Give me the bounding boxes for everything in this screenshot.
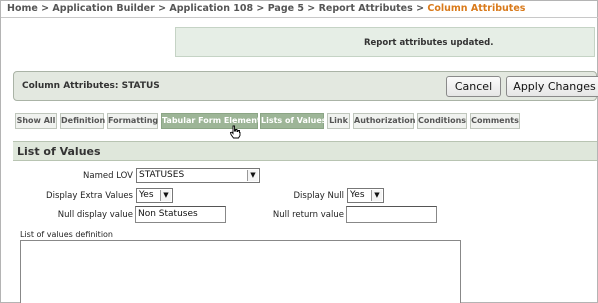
breadcrumb-report-attributes[interactable]: Report Attributes bbox=[319, 3, 413, 14]
tab-formatting[interactable]: Formatting bbox=[107, 113, 158, 129]
list-of-values-header: List of Values bbox=[13, 141, 597, 161]
null-return-value-input[interactable] bbox=[346, 206, 437, 223]
chevron-down-icon: ▼ bbox=[371, 190, 382, 201]
null-return-value-label: Null return value bbox=[272, 210, 344, 220]
display-extra-values-select[interactable]: Yes ▼ bbox=[136, 188, 173, 203]
breadcrumb-separator: > bbox=[256, 3, 265, 14]
tab-show-all[interactable]: Show All bbox=[15, 113, 57, 129]
named-lov-select[interactable]: STATUSES ▼ bbox=[136, 168, 260, 183]
lov-definition-label: List of values definition bbox=[20, 230, 113, 239]
tab-tabular-form-element[interactable]: Tabular Form Element bbox=[161, 113, 261, 129]
chevron-down-icon: ▼ bbox=[160, 190, 171, 201]
tab-authorization[interactable]: Authorization bbox=[353, 113, 415, 129]
cancel-button[interactable]: Cancel bbox=[446, 76, 501, 97]
success-message-bar: Report attributes updated. bbox=[175, 27, 595, 57]
breadcrumb-separator: > bbox=[158, 3, 167, 14]
display-null-label: Display Null bbox=[293, 191, 344, 201]
success-message: Report attributes updated. bbox=[364, 38, 494, 48]
breadcrumb-home[interactable]: Home bbox=[7, 3, 38, 14]
named-lov-label: Named LOV bbox=[83, 171, 133, 181]
tab-definition[interactable]: Definition bbox=[60, 113, 105, 129]
breadcrumb-separator: > bbox=[307, 3, 316, 14]
null-display-value-input[interactable]: Non Statuses bbox=[135, 206, 226, 223]
breadcrumb-application-builder[interactable]: Application Builder bbox=[52, 3, 154, 14]
page-frame: Home > Application Builder > Application… bbox=[0, 0, 598, 303]
null-display-value-label: Null display value bbox=[57, 210, 133, 220]
chevron-down-icon: ▼ bbox=[247, 170, 258, 181]
breadcrumb-page[interactable]: Page 5 bbox=[268, 3, 304, 14]
lov-definition-textarea[interactable] bbox=[20, 240, 461, 303]
divider bbox=[1, 17, 598, 18]
region-title: Column Attributes: STATUS bbox=[22, 81, 160, 91]
column-attributes-bar: Column Attributes: STATUS Cancel Apply C… bbox=[13, 71, 598, 101]
breadcrumb-separator: > bbox=[416, 3, 425, 14]
tab-comments[interactable]: Comments bbox=[470, 113, 520, 129]
breadcrumb-separator: > bbox=[41, 3, 50, 14]
section-title: List of Values bbox=[17, 145, 101, 158]
apply-changes-button[interactable]: Apply Changes bbox=[506, 76, 598, 97]
named-lov-value: STATUSES bbox=[139, 170, 185, 180]
breadcrumb-current: Column Attributes bbox=[427, 3, 526, 14]
tab-link[interactable]: Link bbox=[327, 113, 350, 129]
display-null-select[interactable]: Yes ▼ bbox=[347, 188, 384, 203]
hand-pointer-icon bbox=[229, 125, 241, 139]
tab-conditions[interactable]: Conditions bbox=[417, 113, 467, 129]
breadcrumb-application[interactable]: Application 108 bbox=[169, 3, 253, 14]
display-extra-values-label: Display Extra Values bbox=[46, 191, 133, 201]
display-null-value: Yes bbox=[350, 190, 365, 200]
breadcrumb: Home > Application Builder > Application… bbox=[7, 3, 525, 14]
display-extra-values-value: Yes bbox=[139, 190, 154, 200]
tab-lists-of-values[interactable]: Lists of Values bbox=[260, 113, 327, 129]
